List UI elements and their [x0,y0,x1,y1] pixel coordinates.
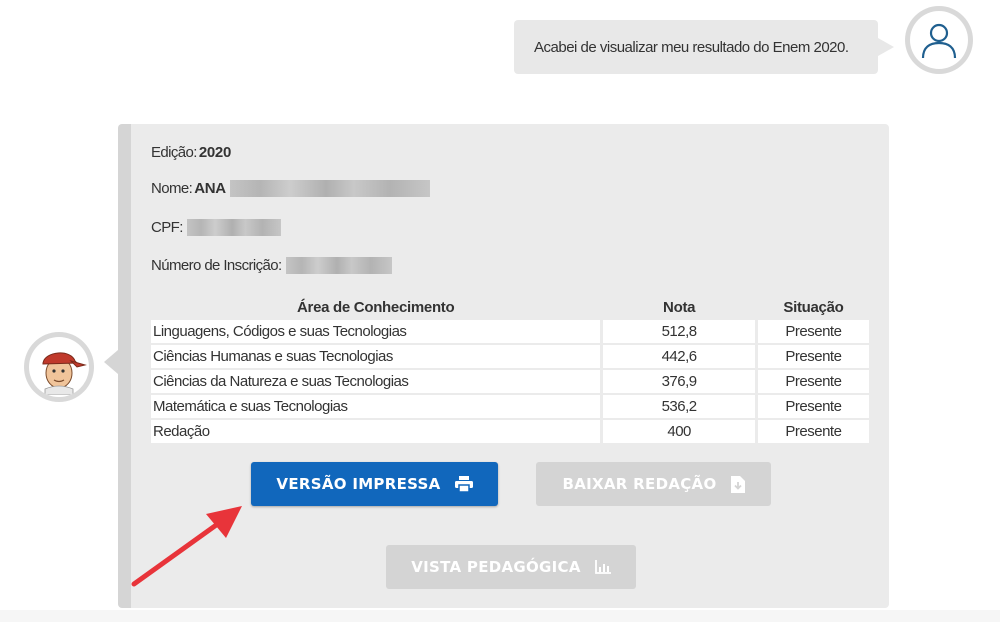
row-situacao: Presente [757,420,869,443]
redacted-inscricao [285,257,392,274]
file-download-icon [730,475,745,493]
bar-chart-icon [594,560,611,574]
nome-line: Nome: ANA [151,180,430,197]
row-area: Matemática e suas Tecnologias [151,395,601,418]
row-nota: 376,9 [603,370,755,393]
cpf-line: CPF: [151,219,281,236]
row-nota: 442,6 [603,345,755,368]
header-situacao: Situação [783,298,844,316]
row-area: Ciências Humanas e suas Tecnologias [151,345,601,368]
row-situacao: Presente [757,395,869,418]
edicao-line: Edição: 2020 [151,144,231,161]
user-message-bubble: Acabei de visualizar meu resultado do En… [514,20,894,74]
edicao-label: Edição: [151,144,197,161]
table-row: Redação 400 Presente [151,420,869,443]
row-situacao: Presente [757,370,869,393]
row-nota: 512,8 [603,320,755,343]
row-situacao: Presente [757,345,869,368]
baixar-redacao-button[interactable]: BAIXAR REDAÇÃO [536,462,771,506]
table-row: Linguagens, Códigos e suas Tecnologias 5… [151,320,869,343]
vista-pedagogica-label: VISTA PEDAGÓGICA [411,558,581,576]
cpf-label: CPF: [151,219,183,236]
inscricao-label: Número de Inscrição: [151,257,282,274]
header-area: Área de Conhecimento [297,298,455,316]
redacted-cpf [186,219,281,236]
cartoon-character-avatar [42,352,87,395]
vista-pedagogica-button[interactable]: VISTA PEDAGÓGICA [386,545,636,589]
row-area: Redação [151,420,601,443]
bot-avatar [24,332,94,402]
printer-icon [454,476,473,492]
scores-table: Área de Conhecimento Nota Situação Lingu… [151,294,869,445]
table-row: Ciências da Natureza e suas Tecnologias … [151,370,869,393]
table-header-row: Área de Conhecimento Nota Situação [151,296,869,318]
versao-impressa-button[interactable]: VERSÃO IMPRESSA [251,462,498,506]
page-bottom-strip [0,610,1000,622]
header-nota: Nota [663,298,696,316]
baixar-redacao-label: BAIXAR REDAÇÃO [562,475,717,493]
row-area: Ciências da Natureza e suas Tecnologias [151,370,601,393]
table-row: Ciências Humanas e suas Tecnologias 442,… [151,345,869,368]
edicao-value: 2020 [198,144,232,161]
nome-value: ANA [194,180,226,197]
inscricao-line: Número de Inscrição: [151,257,392,274]
row-nota: 536,2 [603,395,755,418]
redacted-name [229,180,430,197]
user-outline-icon [921,23,957,59]
versao-impressa-label: VERSÃO IMPRESSA [276,475,441,493]
user-message-text: Acabei de visualizar meu resultado do En… [534,38,849,56]
row-nota: 400 [603,420,755,443]
table-row: Matemática e suas Tecnologias 536,2 Pres… [151,395,869,418]
row-situacao: Presente [757,320,869,343]
user-avatar [905,6,973,74]
nome-label: Nome: [151,180,193,197]
row-area: Linguagens, Códigos e suas Tecnologias [151,320,601,343]
red-arrow-annotation [131,506,242,587]
